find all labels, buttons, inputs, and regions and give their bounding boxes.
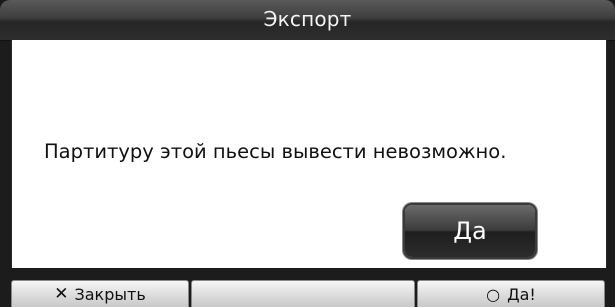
dialog-content: Партитуру этой пьесы вывести невозможно.… bbox=[11, 40, 607, 268]
empty-bottom-button[interactable] bbox=[191, 280, 415, 307]
confirm-button-label: Да! bbox=[507, 284, 536, 304]
dialog-title: Экспорт bbox=[263, 7, 352, 31]
x-icon: ✕ bbox=[54, 284, 69, 304]
bottom-bar: ✕ Закрыть ○ Да! bbox=[0, 268, 615, 307]
close-button-label: Закрыть bbox=[74, 284, 146, 304]
dialog-message: Партитуру этой пьесы вывести невозможно. bbox=[44, 140, 507, 163]
yes-button[interactable]: Да bbox=[405, 205, 535, 257]
export-dialog: Экспорт Партитуру этой пьесы вывести нев… bbox=[0, 0, 615, 307]
confirm-button[interactable]: ○ Да! bbox=[417, 280, 605, 307]
circle-icon: ○ bbox=[486, 284, 501, 304]
close-button[interactable]: ✕ Закрыть bbox=[11, 280, 189, 307]
dialog-titlebar: Экспорт bbox=[0, 0, 615, 41]
